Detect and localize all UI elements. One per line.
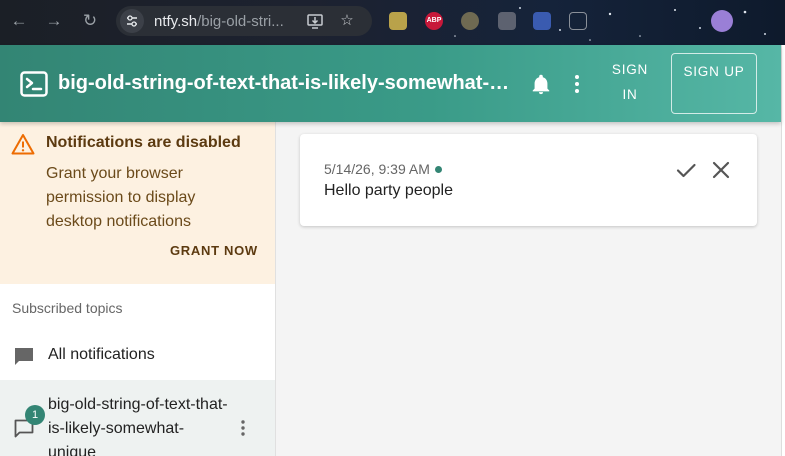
warning-icon bbox=[11, 134, 35, 155]
unread-indicator bbox=[434, 166, 442, 173]
install-app-icon[interactable] bbox=[306, 12, 324, 30]
notification-list: 5/14/26, 9:39 AM Hello party people bbox=[276, 122, 781, 456]
profile-avatar[interactable] bbox=[711, 10, 733, 32]
grant-now-button[interactable]: GRANT NOW bbox=[170, 243, 258, 258]
extensions-puzzle-icon[interactable] bbox=[569, 12, 587, 30]
notification-timestamp: 5/14/26, 9:39 AM bbox=[324, 161, 442, 177]
url-path: /big-old-stri... bbox=[197, 12, 284, 30]
sign-in-button[interactable]: SIGN IN bbox=[603, 57, 657, 109]
alert-title: Notifications are disabled bbox=[46, 134, 241, 151]
address-bar[interactable]: ntfy.sh/big-old-stri... ☆ bbox=[116, 6, 372, 36]
bitwarden-icon[interactable] bbox=[533, 12, 551, 30]
extension-icon[interactable] bbox=[389, 12, 407, 30]
topic-more-options-icon[interactable] bbox=[235, 418, 251, 438]
sign-up-button[interactable]: SIGN UP bbox=[671, 53, 757, 114]
sidebar-item-all-notifications[interactable]: All notifications bbox=[0, 334, 275, 378]
topic-title: big-old-string-of-text-that-is-likely-so… bbox=[58, 72, 518, 94]
notification-message: Hello party people bbox=[324, 182, 453, 199]
notification-card: 5/14/26, 9:39 AM Hello party people bbox=[300, 134, 757, 226]
back-button[interactable]: ← bbox=[8, 10, 30, 32]
window-edge bbox=[781, 45, 785, 456]
extension-icon[interactable] bbox=[461, 12, 479, 30]
url-text: ntfy.sh/big-old-stri... bbox=[154, 13, 292, 30]
unread-count-badge: 1 bbox=[25, 405, 45, 425]
sidebar: Notifications are disabled Grant your br… bbox=[0, 122, 276, 456]
chat-bubble-icon bbox=[15, 348, 33, 365]
app-bar: big-old-string-of-text-that-is-likely-so… bbox=[0, 45, 781, 122]
bell-icon[interactable] bbox=[530, 74, 552, 96]
timestamp-text: 5/14/26, 9:39 AM bbox=[324, 161, 430, 177]
close-icon[interactable] bbox=[710, 159, 732, 181]
site-info-icon[interactable] bbox=[120, 9, 144, 33]
sidebar-item-label: big-old-string-of-text-that-is-likely-so… bbox=[48, 396, 228, 456]
more-options-icon[interactable] bbox=[568, 73, 586, 95]
reload-button[interactable]: ↻ bbox=[79, 10, 101, 32]
alert-message: Grant your browser permission to display… bbox=[46, 165, 196, 230]
sidebar-item-topic[interactable]: 1 big-old-string-of-text-that-is-likely-… bbox=[0, 380, 275, 456]
subscribed-topics-header: Subscribed topics bbox=[12, 300, 123, 316]
browser-toolbar: ← → ↻ ntfy.sh/big-old-stri... ☆ ABP bbox=[0, 0, 785, 45]
forward-button[interactable]: → bbox=[43, 10, 65, 32]
bookmark-star-icon[interactable]: ☆ bbox=[338, 12, 356, 30]
adblock-plus-icon[interactable]: ABP bbox=[425, 12, 443, 30]
ntfy-logo-icon bbox=[20, 71, 48, 97]
sidebar-item-label: All notifications bbox=[48, 346, 155, 363]
extension-icon[interactable] bbox=[498, 12, 516, 30]
check-icon[interactable] bbox=[675, 159, 697, 181]
notifications-disabled-alert: Notifications are disabled Grant your br… bbox=[0, 122, 275, 284]
url-host: ntfy.sh bbox=[154, 12, 198, 30]
